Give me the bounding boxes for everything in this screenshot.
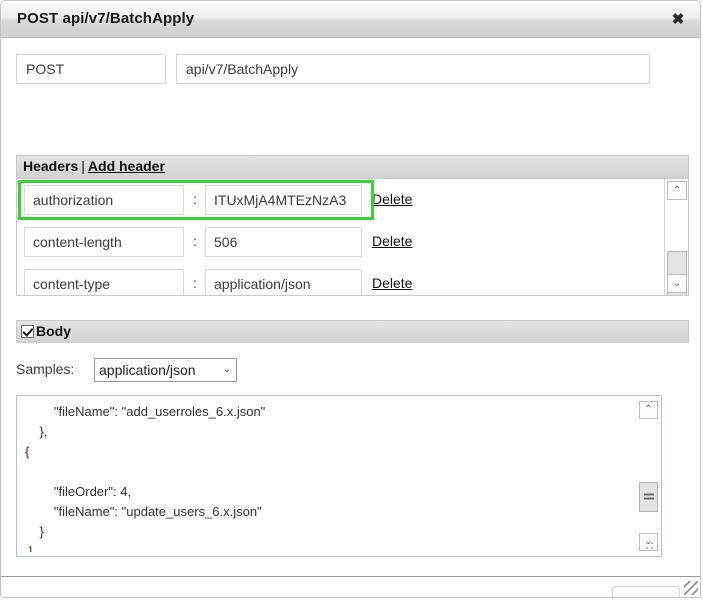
- body-textarea[interactable]: "fileName": "add_userroles_6.x.json" }, …: [16, 395, 662, 557]
- headers-rows-viewport: authorization : ITUxMjA4MTEzNzA3 Delete …: [17, 179, 663, 295]
- table-row: content-length : 506 Delete: [17, 221, 663, 263]
- header-name-input[interactable]: content-type: [24, 269, 184, 295]
- request-dialog: POST api/v7/BatchApply ✖ POST api/v7/Bat…: [0, 0, 701, 598]
- body-checkbox[interactable]: [21, 325, 34, 338]
- samples-selected-value: application/json: [99, 362, 196, 378]
- window-resize-handle[interactable]: [684, 581, 698, 595]
- body-content[interactable]: "fileName": "add_userroles_6.x.json" }, …: [25, 402, 633, 552]
- header-colon: :: [193, 233, 197, 249]
- scrollbar-thumb[interactable]: [639, 482, 658, 512]
- headers-scrollbar[interactable]: ⌃ ⌄: [664, 179, 688, 295]
- header-name-input[interactable]: content-length: [24, 227, 184, 257]
- request-line: POST api/v7/BatchApply: [16, 54, 650, 84]
- send-button[interactable]: Send: [612, 586, 680, 597]
- header-colon: :: [193, 191, 197, 207]
- footer-divider: [1, 576, 700, 577]
- method-input[interactable]: POST: [16, 54, 166, 84]
- header-value-input[interactable]: application/json: [205, 269, 362, 295]
- headers-list: authorization : ITUxMjA4MTEzNzA3 Delete …: [16, 178, 689, 296]
- scroll-up-icon[interactable]: ⌃: [639, 401, 658, 419]
- delete-header-link[interactable]: Delete: [372, 233, 412, 249]
- close-icon[interactable]: ✖: [669, 11, 687, 29]
- textarea-resize-handle[interactable]: [645, 541, 655, 551]
- header-value-input[interactable]: ITUxMjA4MTEzNzA3: [205, 185, 362, 215]
- grip-icon: [643, 493, 654, 501]
- body-title: Body: [36, 323, 71, 339]
- header-name-input[interactable]: authorization: [24, 185, 184, 215]
- header-colon: :: [193, 275, 197, 291]
- table-row: content-type : application/json Delete: [17, 263, 663, 295]
- headers-section-header: Headers | Add header: [16, 155, 689, 178]
- samples-label: Samples:: [16, 361, 75, 377]
- delete-header-link[interactable]: Delete: [372, 275, 412, 291]
- headers-separator: |: [81, 158, 85, 174]
- scroll-up-icon[interactable]: ⌃: [667, 181, 687, 200]
- headers-title: Headers: [23, 158, 79, 174]
- table-row: authorization : ITUxMjA4MTEzNzA3 Delete: [17, 179, 663, 221]
- delete-header-link[interactable]: Delete: [372, 191, 412, 207]
- dialog-titlebar: POST api/v7/BatchApply ✖: [1, 1, 700, 38]
- chevron-down-icon: ⌄: [222, 364, 231, 375]
- header-value-input[interactable]: 506: [205, 227, 362, 257]
- scroll-down-icon[interactable]: ⌄: [667, 274, 687, 293]
- add-header-link[interactable]: Add header: [88, 158, 165, 174]
- samples-select[interactable]: application/json ⌄: [94, 358, 237, 382]
- path-input[interactable]: api/v7/BatchApply: [176, 54, 650, 84]
- dialog-title: POST api/v7/BatchApply: [17, 10, 195, 27]
- body-scrollbar[interactable]: ⌃ ⌄: [639, 399, 658, 553]
- body-section-header: Body: [16, 320, 689, 343]
